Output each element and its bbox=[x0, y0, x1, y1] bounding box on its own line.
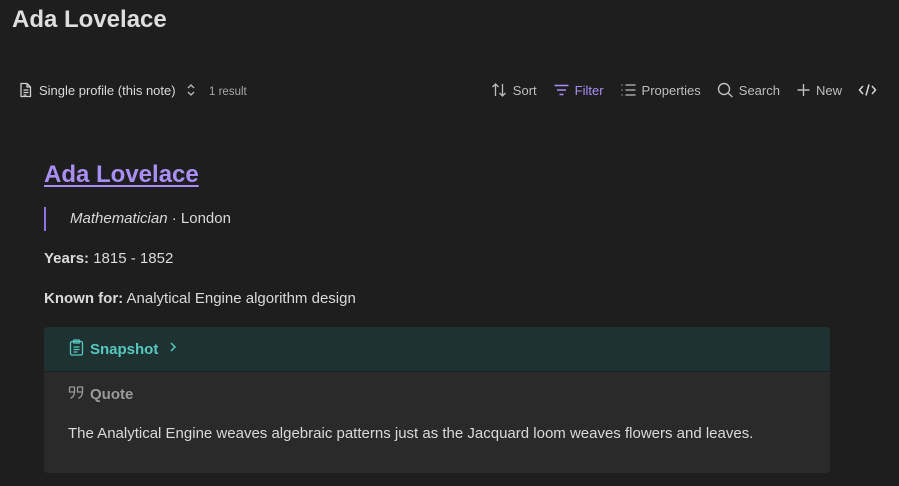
view-selector[interactable]: Single profile (this note) bbox=[18, 82, 196, 98]
page-title: Ada Lovelace bbox=[12, 6, 167, 33]
new-label: New bbox=[815, 82, 842, 98]
search-icon bbox=[717, 82, 734, 98]
code-view-button[interactable] bbox=[858, 82, 877, 98]
new-button[interactable]: New bbox=[796, 82, 842, 98]
view-toolbar: Single profile (this note) 1 result Sort… bbox=[0, 78, 899, 106]
view-selector-label: Single profile (this note) bbox=[39, 82, 176, 98]
known-for-value: Analytical Engine algorithm design bbox=[126, 290, 356, 307]
sort-label: Sort bbox=[512, 82, 537, 98]
document-icon bbox=[18, 82, 33, 98]
search-label: Search bbox=[738, 82, 780, 98]
code-icon bbox=[858, 82, 877, 98]
quote-heading: Quote bbox=[68, 385, 133, 404]
toolbar-actions: Sort Filter Properties Search New bbox=[491, 82, 877, 98]
years-value: 1815 - 1852 bbox=[93, 250, 174, 267]
filter-button[interactable]: Filter bbox=[553, 82, 604, 98]
separator: · bbox=[167, 210, 181, 227]
profile-blockquote: Mathematician · London bbox=[44, 207, 231, 231]
years-field: Years: 1815 - 1852 bbox=[44, 250, 173, 267]
known-for-label: Known for: bbox=[44, 290, 124, 307]
snapshot-title: Snapshot bbox=[90, 340, 159, 358]
list-icon bbox=[620, 82, 637, 98]
search-button[interactable]: Search bbox=[717, 82, 780, 98]
sort-icon bbox=[491, 82, 508, 98]
quote-heading-label: Quote bbox=[90, 386, 134, 403]
result-count: 1 result bbox=[209, 86, 247, 98]
known-for-field: Known for: Analytical Engine algorithm d… bbox=[44, 290, 356, 307]
chevrons-updown-icon bbox=[186, 83, 196, 97]
quote-text: The Analytical Engine weaves algebraic p… bbox=[68, 425, 754, 442]
properties-label: Properties bbox=[641, 82, 701, 98]
sort-button[interactable]: Sort bbox=[491, 82, 537, 98]
quote-icon bbox=[68, 385, 85, 404]
chevron-right-icon bbox=[168, 340, 178, 358]
years-label: Years: bbox=[44, 250, 90, 267]
profile-title-link[interactable]: Ada Lovelace bbox=[44, 161, 199, 189]
plus-icon bbox=[796, 82, 811, 98]
snapshot-callout-header[interactable]: Snapshot bbox=[44, 327, 830, 371]
quote-callout: Quote The Analytical Engine weaves algeb… bbox=[44, 372, 830, 473]
profile-location: London bbox=[180, 210, 231, 227]
filter-label: Filter bbox=[574, 82, 604, 98]
properties-button[interactable]: Properties bbox=[620, 82, 701, 98]
profile-role: Mathematician bbox=[70, 210, 168, 227]
clipboard-icon bbox=[69, 338, 84, 360]
filter-icon bbox=[553, 82, 570, 98]
